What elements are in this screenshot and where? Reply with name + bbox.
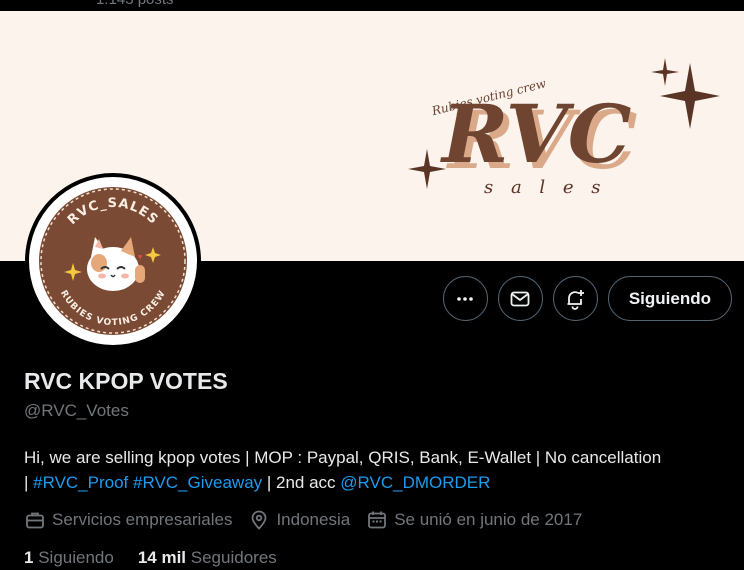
mail-icon: [510, 291, 530, 306]
profile-name: RVC KPOP VOTES: [24, 368, 228, 394]
banner-sub-text: s a l e s: [484, 177, 607, 198]
more-icon: [457, 296, 474, 301]
avatar-image: RVC_SALES RUBIES VOTING CREW: [33, 181, 193, 341]
location-item: Indonesia: [248, 509, 350, 531]
notifications-button[interactable]: [552, 276, 598, 321]
location-text: Indonesia: [276, 510, 351, 529]
followers-label: Seguidores: [190, 548, 277, 567]
banner-logo-text: RVC: [440, 87, 631, 181]
bell-plus-icon: [567, 289, 585, 310]
profile-bio: Hi, we are selling kpop votes | MOP : Pa…: [24, 445, 736, 495]
profile-handle: @RVC_Votes: [24, 401, 129, 420]
location-pin-icon: [252, 510, 267, 530]
following-count-link[interactable]: 1 Siguiendo: [24, 548, 114, 568]
sparkle-icon: [408, 149, 446, 189]
profile-meta: Servicios empresariales Indonesia Se uni…: [24, 509, 582, 531]
following-count: 1: [24, 548, 34, 567]
hashtag-link[interactable]: #RVC_Proof: [33, 473, 128, 492]
briefcase-icon: [26, 512, 44, 529]
bio-text: | 2nd acc: [262, 473, 341, 492]
followers-count: 14 mil: [137, 548, 187, 567]
joined-item: Se unió en junio de 2017: [366, 509, 582, 531]
following-button[interactable]: Siguiendo: [607, 276, 732, 321]
bio-line-1: Hi, we are selling kpop votes | MOP : Pa…: [24, 448, 662, 467]
bio-separator: |: [24, 473, 34, 492]
posts-count: 1.143 posts: [96, 0, 174, 8]
joined-text: Se unió en junio de 2017: [394, 510, 583, 529]
profile-actions: Siguiendo: [442, 276, 732, 321]
profile-stats: 1 Siguiendo 14 mil Seguidores: [24, 548, 277, 568]
hashtag-link[interactable]: #RVC_Giveaway: [133, 473, 262, 492]
followers-count-link[interactable]: 14 mil Seguidores: [138, 548, 277, 568]
sparkle-icon: [651, 58, 679, 86]
category-text: Servicios empresariales: [52, 510, 233, 529]
top-header-strip: 1.143 posts: [0, 0, 744, 11]
bio-line-2: | #RVC_Proof #RVC_Giveaway | 2nd acc @RV…: [24, 470, 736, 495]
calendar-icon: [368, 511, 387, 529]
more-button[interactable]: [442, 276, 488, 321]
profile-avatar[interactable]: RVC_SALES RUBIES VOTING CREW: [25, 173, 201, 349]
mention-link[interactable]: @RVC_DMORDER: [340, 473, 490, 492]
message-button[interactable]: [497, 276, 543, 321]
category-item[interactable]: Servicios empresariales: [24, 509, 232, 531]
following-label: Siguiendo: [38, 548, 114, 567]
